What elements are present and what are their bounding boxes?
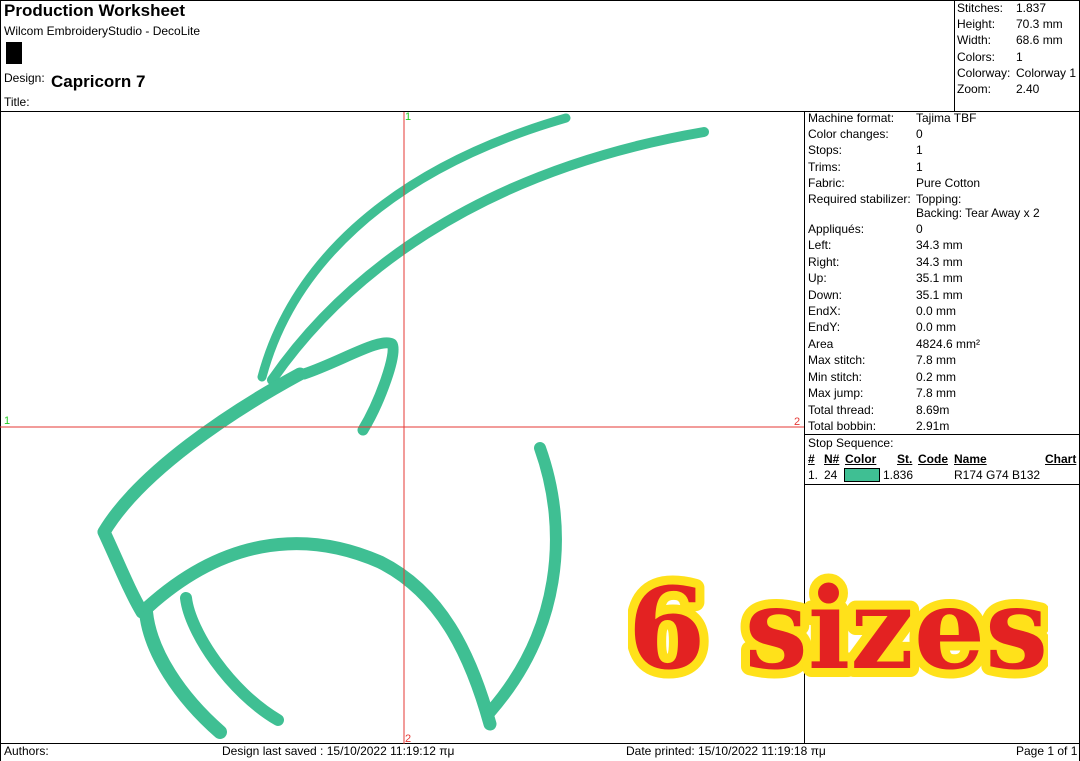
horn-lower (267, 127, 709, 385)
detail-label: Down: (808, 288, 843, 302)
col-header: N# (824, 452, 840, 466)
detail-label: Color changes: (808, 127, 889, 141)
detail-value: 2.91m (916, 419, 950, 433)
stop-stitches: 1.836 (883, 468, 914, 482)
summary-label: Colorway: (957, 66, 1011, 80)
detail-label: Trims: (808, 160, 841, 174)
summary-value: 1.837 (1016, 1, 1047, 15)
detail-value: 0.0 mm (916, 320, 957, 334)
title-label: Title: (4, 95, 30, 109)
col-header: St. (897, 452, 913, 466)
details-divider (804, 434, 1080, 435)
detail-label: Area (808, 337, 834, 351)
detail-value: 8.69m (916, 403, 950, 417)
detail-label: Max stitch: (808, 353, 866, 367)
detail-value: 1 (916, 160, 923, 174)
stop-num: 1. (808, 468, 819, 482)
muzzle-right (180, 592, 284, 726)
detail-label: Total thread: (808, 403, 875, 417)
detail-value: 0.0 mm (916, 304, 957, 318)
detail-label: Left: (808, 238, 832, 252)
detail-value: 34.3 mm (916, 238, 963, 252)
detail-value: Pure Cotton (916, 176, 981, 190)
summary-value: 1 (1016, 50, 1023, 64)
summary-value: Colorway 1 (1016, 66, 1077, 80)
detail-label: Appliqués: (808, 222, 865, 236)
col-header: Color (845, 452, 877, 466)
summary-label: Stitches: (957, 1, 1004, 15)
detail-value: 7.8 mm (916, 353, 957, 367)
detail-value: 7.8 mm (916, 386, 957, 400)
axis-label-right: 2 (794, 416, 800, 428)
footer-saved: Design last saved : 15/10/2022 11:19:12 … (222, 744, 455, 758)
detail-value: 0.2 mm (916, 370, 957, 384)
thread-color-swatch (844, 468, 880, 482)
tail-curve (484, 442, 562, 718)
detail-value: 0 (916, 127, 923, 141)
frame-top (0, 0, 1080, 1)
summary-value: 70.3 mm (1016, 17, 1063, 31)
detail-label: Up: (808, 271, 827, 285)
head-line (97, 367, 307, 619)
detail-label: Min stitch: (808, 370, 863, 384)
detail-label: Machine format: (808, 111, 895, 125)
summary-divider (954, 0, 955, 111)
detail-value: 35.1 mm (916, 271, 963, 285)
detail-label: Required stabilizer: (808, 192, 911, 206)
worksheet-title: Production Worksheet (4, 1, 186, 20)
summary-label: Height: (957, 17, 996, 31)
detail-label: EndX: (808, 304, 841, 318)
detail-value: Topping: (916, 192, 962, 206)
summary-value: 2.40 (1016, 82, 1040, 96)
design-label: Design: (4, 71, 45, 85)
detail-value: Backing: Tear Away x 2 (916, 206, 1040, 220)
color-block (6, 42, 22, 64)
detail-value: Tajima TBF (916, 111, 977, 125)
detail-label: EndY: (808, 320, 841, 334)
stop-needle: 24 (824, 468, 838, 482)
footer-authors: Authors: (4, 744, 49, 758)
summary-value: 68.6 mm (1016, 33, 1063, 47)
ear (298, 337, 399, 436)
stops-divider (804, 484, 1080, 485)
design-name: Capricorn 7 (51, 72, 146, 91)
detail-label: Fabric: (808, 176, 845, 190)
sizes-text: 6 sizes (628, 564, 1048, 695)
stop-sequence-title: Stop Sequence: (808, 436, 894, 450)
axis-label-bottom: 2 (405, 733, 411, 744)
software-name: Wilcom EmbroideryStudio - DecoLite (4, 24, 201, 38)
detail-value: 1 (916, 143, 923, 157)
col-header: Chart (1045, 452, 1077, 466)
summary-label: Zoom: (957, 82, 992, 96)
col-header: Name (954, 452, 987, 466)
col-header: # (808, 452, 815, 466)
detail-label: Stops: (808, 143, 843, 157)
footer-page: Page 1 of 1 (1016, 744, 1078, 758)
muzzle-left (139, 605, 227, 739)
detail-value: 0 (916, 222, 923, 236)
detail-label: Total bobbin: (808, 419, 877, 433)
summary-label: Width: (957, 33, 992, 47)
detail-label: Right: (808, 255, 840, 269)
axis-label-top: 1 (405, 112, 411, 123)
sizes-badge-svg: 6 sizes 6 sizes (619, 555, 1057, 704)
axis-label-left: 1 (4, 415, 10, 427)
summary-label: Colors: (957, 50, 996, 64)
sizes-badge: 6 sizes 6 sizes (619, 555, 1057, 704)
detail-value: 35.1 mm (916, 288, 963, 302)
detail-label: Max jump: (808, 386, 864, 400)
col-header: Code (918, 452, 948, 466)
detail-value: 34.3 mm (916, 255, 963, 269)
detail-value: 4824.6 mm² (916, 337, 981, 351)
footer-printed: Date printed: 15/10/2022 11:19:18 πμ (626, 744, 826, 758)
stop-name: R174 G74 B132 (954, 468, 1041, 482)
